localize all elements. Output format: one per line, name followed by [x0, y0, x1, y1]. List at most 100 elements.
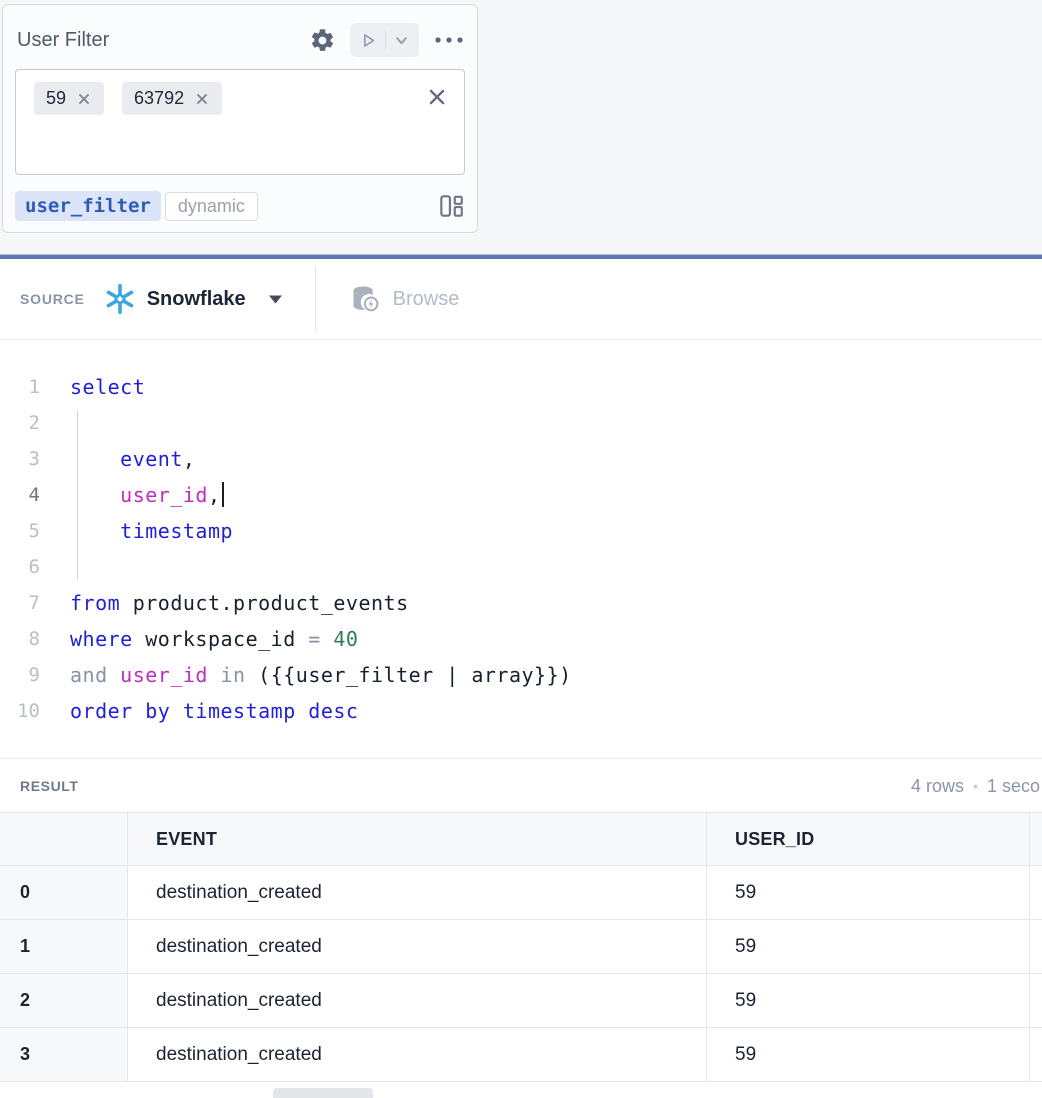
filter-card-header: User Filter — [17, 21, 465, 59]
code-line: 6 — [0, 549, 1042, 585]
remove-tag-icon[interactable] — [194, 91, 210, 107]
result-meta: 4 rows • 1 seco — [911, 759, 1040, 813]
code-token: user_id — [120, 663, 208, 687]
table-row[interactable]: 3destination_created59 — [0, 1028, 1042, 1082]
clear-input-icon[interactable] — [426, 86, 448, 108]
line-content: where workspace_id = 40 — [70, 621, 358, 657]
table-cell: destination_created — [127, 974, 706, 1027]
table-cell: 59 — [706, 974, 1029, 1027]
run-play-icon[interactable] — [360, 32, 377, 49]
table-cell-extra — [1029, 974, 1042, 1027]
line-number: 10 — [0, 693, 40, 729]
code-line: 2 — [0, 405, 1042, 441]
run-options-chevron-icon[interactable] — [394, 33, 409, 48]
code-token: in — [221, 663, 246, 687]
result-bar: RESULT 4 rows • 1 seco — [0, 758, 1042, 812]
table-header-row: EVENTUSER_ID — [0, 812, 1042, 866]
line-number: 1 — [0, 369, 40, 405]
column-header[interactable]: USER_ID — [706, 813, 1029, 865]
code-token — [208, 663, 221, 687]
line-number: 8 — [0, 621, 40, 657]
sql-editor[interactable]: 1select23 event,4 user_id,5 timestamp67f… — [0, 340, 1042, 758]
table-cell-extra — [1029, 866, 1042, 919]
line-content: event, — [70, 441, 195, 477]
horizontal-scrollbar-thumb[interactable] — [273, 1088, 373, 1098]
code-line: 1 select — [0, 369, 1042, 405]
browse-button[interactable]: Browse — [393, 288, 460, 311]
user-filter-cell: User Filter — [2, 4, 478, 233]
code-token: = — [308, 627, 333, 651]
line-number: 5 — [0, 513, 40, 549]
browse-database-icon — [348, 283, 381, 316]
code-token: , — [183, 447, 196, 471]
code-line: 5 timestamp — [0, 513, 1042, 549]
code-token: where — [70, 627, 133, 651]
table-cell: 59 — [706, 866, 1029, 919]
result-label: RESULT — [20, 778, 79, 794]
notebook-background: User Filter — [0, 0, 1042, 255]
source-bar-divider — [315, 266, 316, 332]
row-index: 2 — [0, 974, 127, 1027]
line-content: timestamp — [70, 513, 233, 549]
line-content: order by timestamp desc — [70, 693, 358, 729]
code-token — [108, 663, 121, 687]
layout-icon[interactable] — [437, 192, 465, 220]
filter-tag: 63792 — [122, 82, 222, 115]
line-content: user_id, — [70, 477, 224, 513]
code-token: and — [70, 663, 108, 687]
column-header[interactable]: EVENT — [127, 813, 706, 865]
table-cell: 59 — [706, 1028, 1029, 1081]
line-content: from product.product_events — [70, 585, 409, 621]
filter-tag-value: 63792 — [134, 88, 184, 109]
source-bar: SOURCE Snowflake — [0, 259, 1042, 340]
table-row[interactable]: 2destination_created59 — [0, 974, 1042, 1028]
table-row[interactable]: 1destination_created59 — [0, 920, 1042, 974]
code-token: order by timestamp desc — [70, 699, 358, 723]
code-line: 9 and user_id in ({{user_filter | array}}… — [0, 657, 1042, 693]
gear-icon[interactable] — [309, 27, 336, 54]
result-table: EVENTUSER_ID0destination_created591desti… — [0, 812, 1042, 1082]
line-number: 7 — [0, 585, 40, 621]
user-filter-input[interactable]: 59 63792 — [15, 69, 465, 175]
code-token: event — [120, 447, 183, 471]
code-token: select — [70, 375, 145, 399]
result-row-count: 4 rows — [911, 776, 964, 797]
source-name[interactable]: Snowflake — [147, 288, 246, 311]
variable-name-badge[interactable]: user_filter — [15, 191, 161, 221]
line-number: 3 — [0, 441, 40, 477]
source-dropdown-caret-icon[interactable] — [268, 294, 283, 305]
table-row[interactable]: 0destination_created59 — [0, 866, 1042, 920]
page: User Filter — [0, 0, 1042, 1098]
run-button-group[interactable] — [350, 23, 419, 57]
code-line: 8 where workspace_id = 40 — [0, 621, 1042, 657]
line-content: select — [70, 369, 145, 405]
meta-separator: • — [973, 778, 978, 794]
row-index: 1 — [0, 920, 127, 973]
code-token: product.product_events — [120, 591, 408, 615]
result-section: RESULT 4 rows • 1 seco EVENTUSER_ID0dest… — [0, 758, 1042, 1098]
result-duration: 1 seco — [987, 776, 1040, 797]
run-group-divider — [385, 30, 386, 50]
line-number: 4 — [0, 477, 40, 513]
row-index: 0 — [0, 866, 127, 919]
filter-card-footer: user_filter dynamic — [15, 189, 465, 223]
filter-tag: 59 — [34, 82, 104, 115]
line-number: 9 — [0, 657, 40, 693]
code-token: user_id — [120, 483, 208, 507]
table-cell: destination_created — [127, 920, 706, 973]
filter-tag-value: 59 — [46, 88, 66, 109]
table-cell: destination_created — [127, 866, 706, 919]
line-content: and user_id in ({{user_filter | array}}) — [70, 657, 572, 693]
code-line: 7 from product.product_events — [0, 585, 1042, 621]
overflow-menu-icon[interactable] — [433, 35, 465, 45]
table-cell: destination_created — [127, 1028, 706, 1081]
filter-title: User Filter — [17, 29, 109, 52]
dynamic-badge: dynamic — [165, 192, 258, 221]
line-number: 6 — [0, 549, 40, 585]
table-cell-extra — [1029, 1028, 1042, 1081]
filter-card-actions — [309, 23, 465, 57]
code-token: ({{user_filter | array}}) — [246, 663, 572, 687]
code-line: 4 user_id, — [0, 477, 1042, 513]
column-header-extra — [1029, 813, 1042, 865]
remove-tag-icon[interactable] — [76, 91, 92, 107]
